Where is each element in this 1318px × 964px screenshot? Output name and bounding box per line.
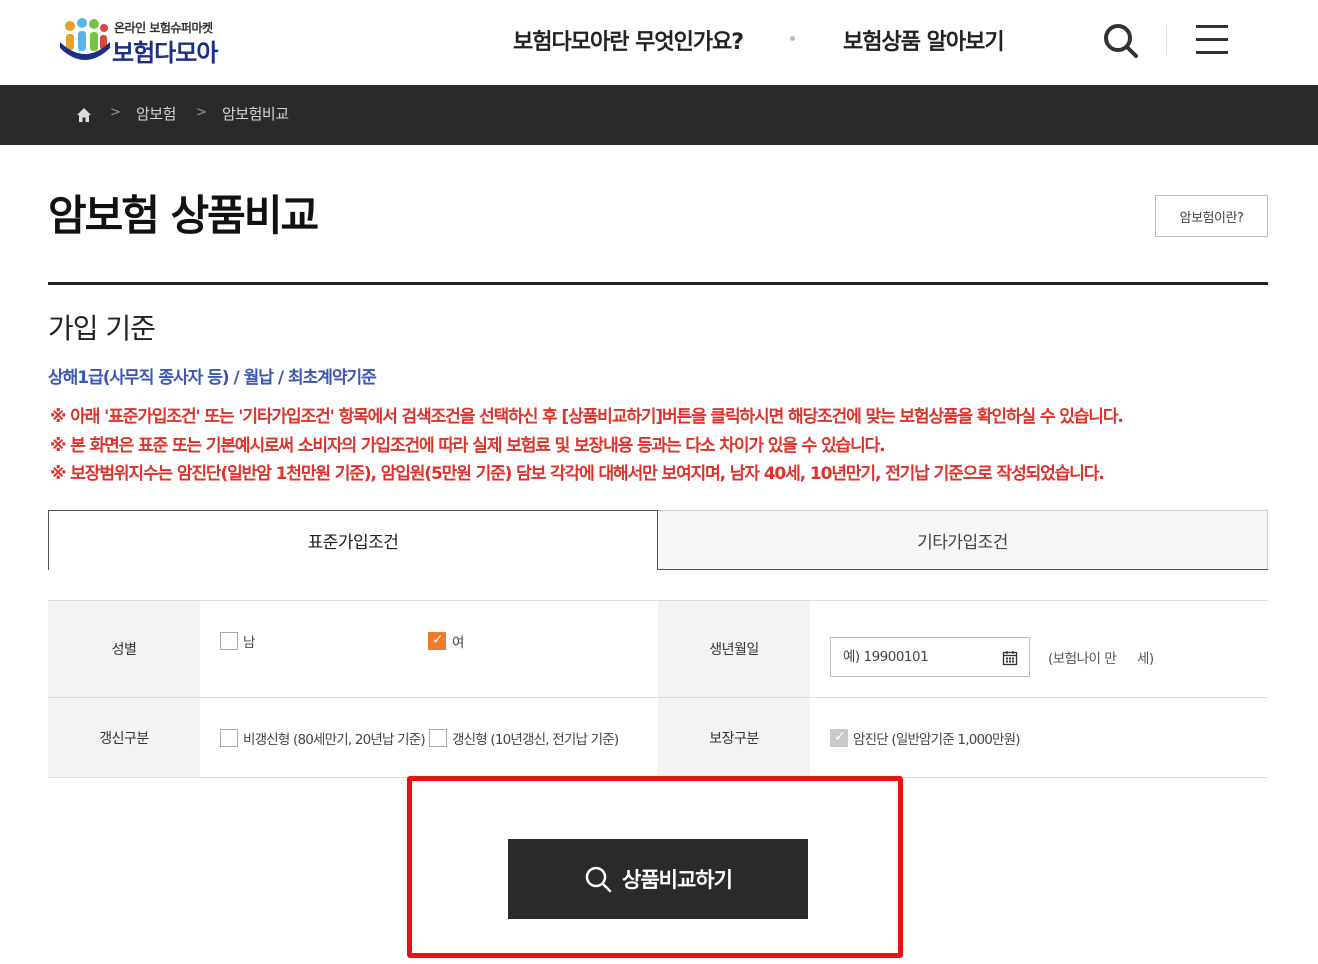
gender-male-checkbox[interactable]: [220, 632, 238, 650]
search-icon: [585, 866, 612, 893]
notice-line-1: ※ 아래 '표준가입조건' 또는 '기타가입조건' 항목에서 검색조건을 선택하…: [50, 407, 1124, 427]
breadcrumb: > 암보험 > 암보험비교: [0, 85, 1318, 145]
calendar-icon[interactable]: [1002, 650, 1018, 666]
enrollment-criteria: 상해1급(사무직 종사자 등) / 월납 / 최초계약기준: [48, 368, 377, 388]
gender-female-checkbox[interactable]: ✓: [428, 632, 446, 650]
notice-line-2: ※ 본 화면은 표준 또는 기본예시로써 소비자의 가입조건에 따라 실제 보험…: [50, 436, 886, 456]
chevron-right-icon: >: [196, 105, 207, 120]
insurance-age-prefix: (보험나이 만: [1048, 651, 1117, 667]
coverage-cancer-diagnosis-checkbox: ✓: [830, 729, 848, 747]
non-renewal-label[interactable]: 비갱신형 (80세만기, 20년납 기준): [243, 728, 426, 748]
home-icon[interactable]: [76, 107, 92, 123]
nav-products[interactable]: 보험상품 알아보기: [843, 24, 1005, 56]
notice-line-3: ※ 보장범위지수는 암진단(일반암 1천만원 기준), 암입원(5만원 기준) …: [50, 464, 1105, 484]
logo-title: 보험다모아: [112, 39, 218, 67]
section-title: 가입 기준: [48, 312, 156, 345]
about-cancer-insurance-button[interactable]: 암보험이란?: [1155, 195, 1268, 237]
site-header: 온라인 보험슈퍼마켓 보험다모아 보험다모아란 무엇인가요? 보험상품 알아보기: [0, 0, 1318, 85]
site-logo[interactable]: 온라인 보험슈퍼마켓 보험다모아: [58, 16, 238, 67]
check-icon: ✓: [834, 729, 846, 745]
renewal-label-text[interactable]: 갱신형 (10년갱신, 전기납 기준): [452, 728, 619, 748]
renewal-label: 갱신구분: [48, 698, 200, 777]
coverage-cancer-diagnosis-label: 암진단 (일반암기준 1,000만원): [853, 732, 1021, 748]
gender-label: 성별: [48, 601, 200, 697]
check-icon: ✓: [432, 632, 444, 648]
chevron-right-icon: >: [110, 105, 121, 120]
compare-products-button[interactable]: 상품비교하기: [508, 839, 808, 919]
gender-male-label[interactable]: 남: [243, 631, 255, 651]
non-renewal-checkbox[interactable]: [220, 729, 238, 747]
birthdate-field[interactable]: [830, 637, 1030, 677]
breadcrumb-item-cancer-insurance[interactable]: 암보험: [136, 103, 176, 124]
tab-standard-conditions[interactable]: 표준가입조건: [48, 510, 658, 570]
compare-products-label: 상품비교하기: [622, 868, 733, 892]
search-icon: [1104, 24, 1138, 58]
breadcrumb-item-compare[interactable]: 암보험비교: [222, 103, 289, 124]
nav-separator-dot: [790, 36, 795, 41]
coverage-label: 보장구분: [658, 698, 810, 777]
gender-female-label[interactable]: 여: [452, 631, 464, 651]
renewal-checkbox[interactable]: [429, 729, 447, 747]
tab-other-conditions[interactable]: 기타가입조건: [658, 510, 1268, 570]
header-divider: [1166, 25, 1167, 55]
hamburger-menu-icon[interactable]: [1194, 22, 1230, 58]
header-search-button[interactable]: [1100, 20, 1140, 60]
tab-underline: [658, 569, 1268, 570]
birthdate-label: 생년월일: [658, 601, 810, 697]
logo-people-icon: [60, 18, 110, 60]
title-divider: [48, 282, 1268, 285]
nav-about[interactable]: 보험다모아란 무엇인가요?: [513, 24, 744, 56]
insurance-age-suffix: 세): [1137, 651, 1154, 667]
birthdate-input[interactable]: [841, 647, 991, 667]
page-title: 암보험 상품비교: [48, 191, 319, 240]
